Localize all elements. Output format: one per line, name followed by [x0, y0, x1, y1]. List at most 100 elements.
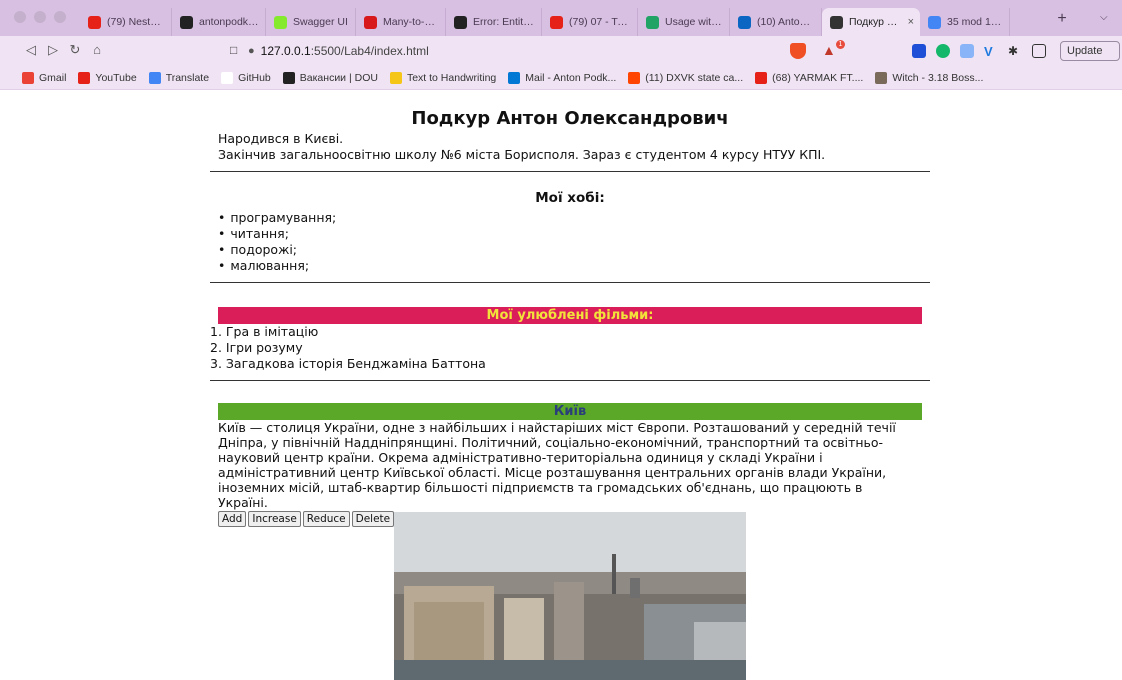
hobbies-heading: Мої хобі:: [535, 190, 605, 206]
bookmark-favicon-icon: [755, 71, 768, 84]
extension-v-icon[interactable]: V: [984, 44, 998, 59]
tab-title: Swagger UI: [293, 16, 348, 28]
city-heading: Київ: [218, 403, 922, 420]
close-window-button[interactable]: [14, 11, 26, 23]
address-bar[interactable]: ● 127.0.0.1 :5500/Lab4/index.html: [248, 40, 848, 62]
extension-grammarly-icon[interactable]: [936, 44, 950, 58]
bookmark-item[interactable]: (11) DXVK state ca...: [628, 71, 743, 84]
bookmark-icon[interactable]: □: [230, 43, 237, 57]
site-info-icon[interactable]: ●: [248, 45, 255, 57]
divider: [210, 171, 930, 172]
tab-favicon-icon: [274, 15, 287, 29]
bookmark-item[interactable]: YouTube: [78, 71, 137, 84]
reduce-button[interactable]: Reduce: [302, 511, 350, 527]
delete-button[interactable]: Delete: [351, 511, 395, 527]
tab-item[interactable]: antonpodkur (A: [172, 8, 266, 36]
url-path: :5500/Lab4/index.html: [310, 44, 429, 58]
bookmarks-bar: Gmail YouTube Translate GitHub Вакансии | DO…: [0, 66, 1122, 90]
tab-item[interactable]: Usage with Ne: [638, 8, 730, 36]
bio-section: Народився в Києві. Закінчив загальноосві…: [210, 131, 930, 163]
extensions-puzzle-icon[interactable]: ✱: [1008, 44, 1022, 58]
tab-item[interactable]: Many-to-many: [356, 8, 446, 36]
brave-shield-icon[interactable]: [790, 43, 806, 59]
browser-toolbar: ◁ ▷ ↻ ⌂ □ ● 127.0.0.1 :5500/Lab4/index.h…: [0, 36, 1122, 66]
bookmark-item[interactable]: Gmail: [22, 71, 67, 84]
back-icon[interactable]: ◁: [20, 42, 42, 58]
tab-list: (79) NestJS Tu antonpodkur (A Swagger UI Ma…: [80, 8, 1010, 36]
tab-title: antonpodkur (A: [199, 16, 259, 28]
tab-favicon-icon: [646, 15, 659, 29]
list-item: читання;: [218, 226, 930, 242]
page-title: Подкур Антон Олександрович: [411, 108, 729, 129]
update-button[interactable]: Update: [1060, 41, 1120, 61]
list-item: 3. Загадкова історія Бенджаміна Баттона: [210, 356, 486, 371]
bookmark-favicon-icon: [78, 71, 91, 84]
bookmark-favicon-icon: [875, 71, 888, 84]
increase-button[interactable]: Increase: [248, 511, 301, 527]
tab-item[interactable]: Swagger UI: [266, 8, 356, 36]
tab-favicon-icon: [928, 15, 941, 29]
tab-title: 35 mod 10 + 1: [947, 16, 1003, 28]
list-item: подорожі;: [218, 242, 930, 258]
tab-item[interactable]: (10) Anton Pod: [730, 8, 822, 36]
zoom-window-button[interactable]: [54, 11, 66, 23]
tab-item[interactable]: (79) NestJS Tu: [80, 8, 172, 36]
city-description: Київ — столиця України, одне з найбільши…: [218, 420, 896, 510]
tab-title: (79) 07 - Typec: [569, 16, 631, 28]
tab-item[interactable]: Error: Entity me: [446, 8, 542, 36]
extension-shield-icon[interactable]: [912, 44, 926, 58]
tab-title: Подкур Ан: [849, 16, 900, 28]
tab-favicon-icon: [830, 15, 843, 29]
new-tab-button[interactable]: +: [1052, 10, 1072, 28]
rewards-badge: 1: [836, 40, 845, 49]
bookmark-label: Вакансии | DOU: [299, 71, 378, 84]
bookmark-item[interactable]: GitHub: [221, 71, 271, 84]
tab-title: (10) Anton Pod: [757, 16, 815, 28]
tab-item[interactable]: 35 mod 10 + 1: [920, 8, 1010, 36]
bookmark-item[interactable]: Text to Handwriting: [389, 71, 496, 84]
home-icon[interactable]: ⌂: [86, 42, 108, 58]
add-button[interactable]: Add: [218, 511, 247, 527]
sidebar-toggle-icon[interactable]: [1032, 44, 1046, 58]
close-tab-icon[interactable]: ×: [908, 16, 914, 28]
tab-favicon-icon: [738, 15, 751, 29]
browser-window: (79) NestJS Tu antonpodkur (A Swagger UI Ma…: [0, 0, 1122, 680]
minimize-window-button[interactable]: [34, 11, 46, 23]
bookmark-item[interactable]: Вакансии | DOU: [282, 71, 378, 84]
tab-strip: (79) NestJS Tu antonpodkur (A Swagger UI Ma…: [0, 0, 1122, 36]
page-content: Подкур Антон Олександрович Народився в К…: [210, 90, 930, 680]
bookmark-item[interactable]: Translate: [148, 71, 210, 84]
bookmark-favicon-icon: [148, 71, 161, 84]
list-item: малювання;: [218, 258, 930, 274]
tab-item[interactable]: Подкур Ан ×: [822, 8, 920, 36]
reload-icon[interactable]: ↻: [64, 42, 86, 58]
bookmark-label: Mail - Anton Podk...: [525, 71, 617, 84]
bookmark-item[interactable]: (68) YARMAK FT....: [755, 71, 864, 84]
tab-favicon-icon: [180, 15, 193, 29]
bookmark-label: (68) YARMAK FT....: [772, 71, 864, 84]
tab-title: Many-to-many: [383, 16, 439, 28]
extension-translate-icon[interactable]: [960, 44, 974, 58]
tab-title: Error: Entity me: [473, 16, 535, 28]
bookmark-label: Witch - 3.18 Boss...: [892, 71, 984, 84]
list-item: програмування;: [218, 210, 930, 226]
bookmark-item[interactable]: Witch - 3.18 Boss...: [875, 71, 984, 84]
tab-favicon-icon: [454, 15, 467, 29]
forward-icon[interactable]: ▷: [42, 42, 64, 58]
window-controls: [14, 11, 66, 23]
tab-favicon-icon: [364, 15, 377, 29]
tab-search-icon[interactable]: ⌵: [1100, 12, 1108, 23]
bookmark-favicon-icon: [508, 71, 521, 84]
brave-rewards-icon[interactable]: ▲: [822, 42, 836, 58]
web-page: Подкур Антон Олександрович Народився в К…: [0, 90, 1122, 680]
bookmark-label: Translate: [165, 71, 210, 84]
bookmark-favicon-icon: [389, 71, 402, 84]
bio-line: Закінчив загальноосвітню школу №6 міста …: [218, 147, 826, 162]
city-image: [394, 512, 746, 680]
tab-item[interactable]: (79) 07 - Typec: [542, 8, 638, 36]
list-item: 1. Гра в імітацію: [210, 324, 319, 339]
bookmark-item[interactable]: Mail - Anton Podk...: [508, 71, 617, 84]
hobbies-list: програмування; читання; подорожі; малюва…: [210, 210, 930, 274]
bookmark-favicon-icon: [282, 71, 295, 84]
bookmark-label: Gmail: [39, 71, 67, 84]
